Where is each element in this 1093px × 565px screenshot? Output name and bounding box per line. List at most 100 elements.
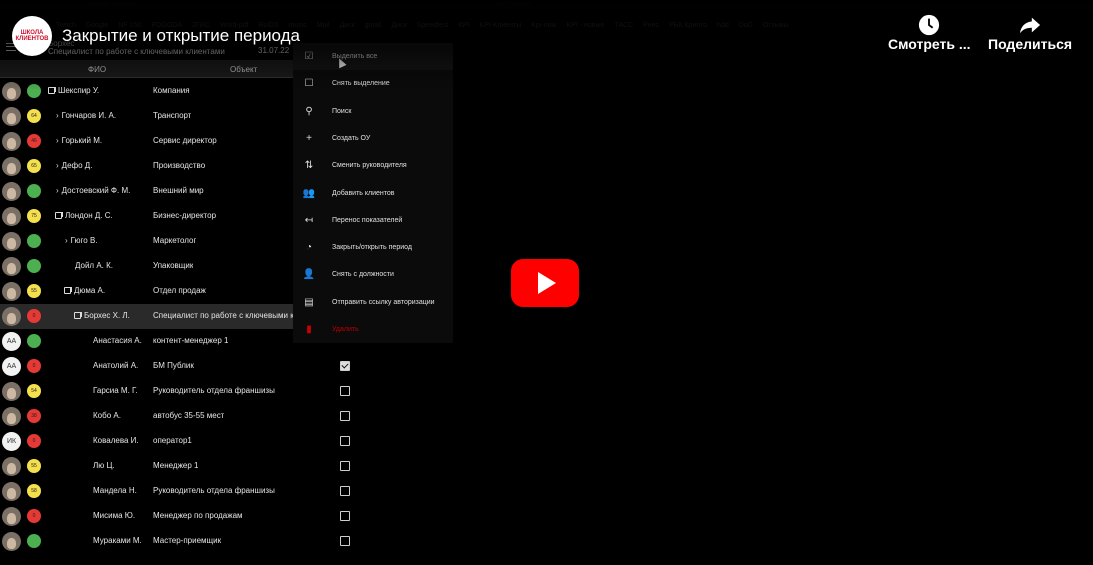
menu-item[interactable]: ⚲ Поиск bbox=[293, 98, 453, 125]
kpi-badge bbox=[27, 184, 41, 198]
table-row[interactable]: ИК 0 Ковалева И. оператор1 bbox=[0, 429, 350, 454]
employee-name-cell[interactable]: › Дефо Д. bbox=[56, 161, 92, 170]
menu-item[interactable]: ↤ Перенос показателей bbox=[293, 207, 453, 234]
row-checkbox[interactable] bbox=[340, 411, 350, 421]
row-checkbox[interactable] bbox=[340, 486, 350, 496]
row-checkbox[interactable] bbox=[340, 536, 350, 546]
employee-name-cell[interactable]: Мандела Н. bbox=[93, 486, 137, 495]
table-row[interactable]: 65 › Дефо Д. Производство bbox=[0, 154, 293, 179]
expand-chevron-icon[interactable]: › bbox=[56, 111, 59, 120]
menu-item[interactable]: ⇅ Сменить руководителя bbox=[293, 152, 453, 179]
row-checkbox[interactable] bbox=[340, 436, 350, 446]
menu-item[interactable]: + Создать ОУ bbox=[293, 125, 453, 152]
avatar: ИК bbox=[2, 432, 21, 451]
employee-name-cell[interactable]: Мураками М. bbox=[93, 536, 142, 545]
table-row[interactable]: АА 0 Анатолий А. БМ Публик bbox=[0, 354, 350, 379]
employee-name-cell[interactable]: Лю Ц. bbox=[93, 461, 115, 470]
row-checkbox[interactable] bbox=[340, 386, 350, 396]
table-row[interactable]: 46 › Горький М. Сервис директор bbox=[0, 129, 293, 154]
bookmark-item[interactable]: ТАСС bbox=[614, 22, 633, 29]
employee-name-cell[interactable]: › Достоевский Ф. М. bbox=[56, 186, 130, 195]
bookmark-item[interactable]: Mail bbox=[317, 22, 330, 29]
row-checkbox[interactable] bbox=[340, 461, 350, 471]
avatar bbox=[2, 207, 21, 226]
bookmark-item[interactable]: Отзывы bbox=[763, 22, 789, 29]
employee-name-cell[interactable]: Дюма А. bbox=[64, 286, 105, 295]
column-header-object[interactable]: Объект bbox=[230, 65, 257, 74]
column-header-fio[interactable]: ФИО bbox=[88, 65, 106, 74]
employee-name-cell[interactable]: Лондон Д. С. bbox=[55, 211, 113, 220]
bookmark-item[interactable]: DoD bbox=[739, 22, 753, 29]
menu-item[interactable]: ▤ Отправить ссылку авторизации bbox=[293, 289, 453, 316]
employee-name-cell[interactable]: Шекспир У. bbox=[48, 86, 99, 95]
bookmark-item[interactable]: gmail bbox=[365, 22, 382, 29]
menu-item[interactable]: ◔ Закрыть/открыть период bbox=[293, 234, 453, 261]
avatar bbox=[2, 82, 21, 101]
employee-name: Мураками М. bbox=[93, 536, 142, 545]
expand-chevron-icon[interactable]: › bbox=[56, 161, 59, 170]
employee-name-cell[interactable]: Кобо А. bbox=[93, 411, 121, 420]
table-row[interactable]: 58 Мандела Н. Руководитель отдела франшизы bbox=[0, 479, 350, 504]
expand-chevron-icon[interactable]: › bbox=[65, 236, 68, 245]
table-row[interactable]: АА Анастасия А. контент-менеджер 1 bbox=[0, 329, 293, 354]
watch-later-label: Смотреть ... bbox=[888, 36, 971, 52]
menu-item[interactable]: ☑ Выделить все bbox=[293, 43, 453, 70]
employee-name-cell[interactable]: Анатолий А. bbox=[93, 361, 138, 370]
employee-name-cell[interactable]: › Горький М. bbox=[56, 136, 102, 145]
table-row[interactable]: Дойл А. К. Упаковщик bbox=[0, 254, 293, 279]
employee-name-cell[interactable]: Анастасия А. bbox=[93, 336, 142, 345]
avatar bbox=[2, 182, 21, 201]
table-row[interactable]: 55 Лю Ц. Менеджер 1 bbox=[0, 454, 350, 479]
object-cell: Упаковщик bbox=[153, 261, 194, 270]
bookmark-item[interactable]: KPI bbox=[458, 22, 469, 29]
employee-name-cell[interactable]: › Гончаров И. А. bbox=[56, 111, 116, 120]
employee-name-cell[interactable]: Мисима Ю. bbox=[93, 511, 135, 520]
row-checkbox[interactable] bbox=[340, 511, 350, 521]
expand-chevron-icon[interactable]: › bbox=[56, 136, 59, 145]
bookmark-item[interactable]: KPI - новые bbox=[567, 22, 605, 29]
watch-later-button[interactable]: Смотреть ... bbox=[888, 14, 971, 52]
employee-name: Горький М. bbox=[61, 136, 103, 145]
table-row[interactable]: 55 Дюма А. Отдел продаж bbox=[0, 279, 293, 304]
table-row[interactable]: Мураками М. Мастер-приемщик bbox=[0, 529, 350, 554]
table-row[interactable]: 64 › Гончаров И. А. Транспорт bbox=[0, 104, 293, 129]
bookmark-item[interactable]: KPI-Клиенты bbox=[480, 22, 522, 29]
table-row[interactable]: › Достоевский Ф. М. Внешний мир bbox=[0, 179, 293, 204]
bookmark-item[interactable]: Диск bbox=[392, 22, 407, 29]
open-external-icon[interactable] bbox=[64, 287, 72, 294]
table-row[interactable]: 75 Лондон Д. С. Бизнес-директор bbox=[0, 204, 293, 229]
avatar-face bbox=[7, 413, 16, 424]
bookmark-item[interactable]: Диск bbox=[340, 22, 355, 29]
employee-name-cell[interactable]: Ковалева И. bbox=[93, 436, 139, 445]
channel-avatar[interactable]: ШКОЛА КЛИЕНТОВ bbox=[12, 16, 52, 56]
video-title[interactable]: Закрытие и открытие периода bbox=[62, 26, 300, 46]
employee-name-cell[interactable]: › Гюго В. bbox=[65, 236, 98, 245]
table-row[interactable]: 0 Борхес Х. Л. Специалист по работе с ключ… bbox=[0, 304, 293, 329]
open-external-icon[interactable] bbox=[74, 312, 82, 319]
table-row[interactable]: 0 Мисима Ю. Менеджер по продажам bbox=[0, 504, 350, 529]
expand-chevron-icon[interactable]: › bbox=[56, 186, 59, 195]
bookmark-item[interactable]: РБК Крипто bbox=[669, 22, 707, 29]
table-row[interactable]: 38 Кобо А. автобус 35-55 мест bbox=[0, 404, 350, 429]
menu-item-label: Закрыть/открыть период bbox=[332, 244, 412, 252]
employee-name-cell[interactable]: Дойл А. К. bbox=[75, 261, 113, 270]
share-button[interactable]: Поделиться bbox=[988, 14, 1072, 52]
employee-name-cell[interactable]: Борхес Х. Л. bbox=[74, 311, 130, 320]
menu-item[interactable]: ☐ Снять выделение bbox=[293, 70, 453, 97]
bookmark-item[interactable]: Speedtest bbox=[417, 22, 449, 29]
employee-name-cell[interactable]: Гарсиа М. Г. bbox=[93, 386, 138, 395]
open-external-icon[interactable] bbox=[55, 212, 63, 219]
menu-item[interactable]: ▮ Удалить bbox=[293, 316, 453, 343]
table-row[interactable]: › Гюго В. Маркетолог bbox=[0, 229, 293, 254]
bookmark-item[interactable]: Рнес bbox=[643, 22, 659, 29]
table-row[interactable]: Шекспир У. Компания bbox=[0, 79, 293, 104]
menu-item[interactable]: 👥 Добавить клиентов bbox=[293, 180, 453, 207]
row-checkbox[interactable] bbox=[340, 361, 350, 371]
employee-name: Достоевский Ф. М. bbox=[61, 186, 131, 195]
bookmark-item[interactable]: Kpi-now bbox=[531, 22, 556, 29]
bookmark-item[interactable]: hdd bbox=[717, 22, 729, 29]
menu-item[interactable]: 👤 Снять с должности bbox=[293, 261, 453, 288]
open-external-icon[interactable] bbox=[48, 87, 56, 94]
table-row[interactable]: 54 Гарсиа М. Г. Руководитель отдела франши… bbox=[0, 379, 350, 404]
play-button[interactable] bbox=[511, 259, 579, 307]
